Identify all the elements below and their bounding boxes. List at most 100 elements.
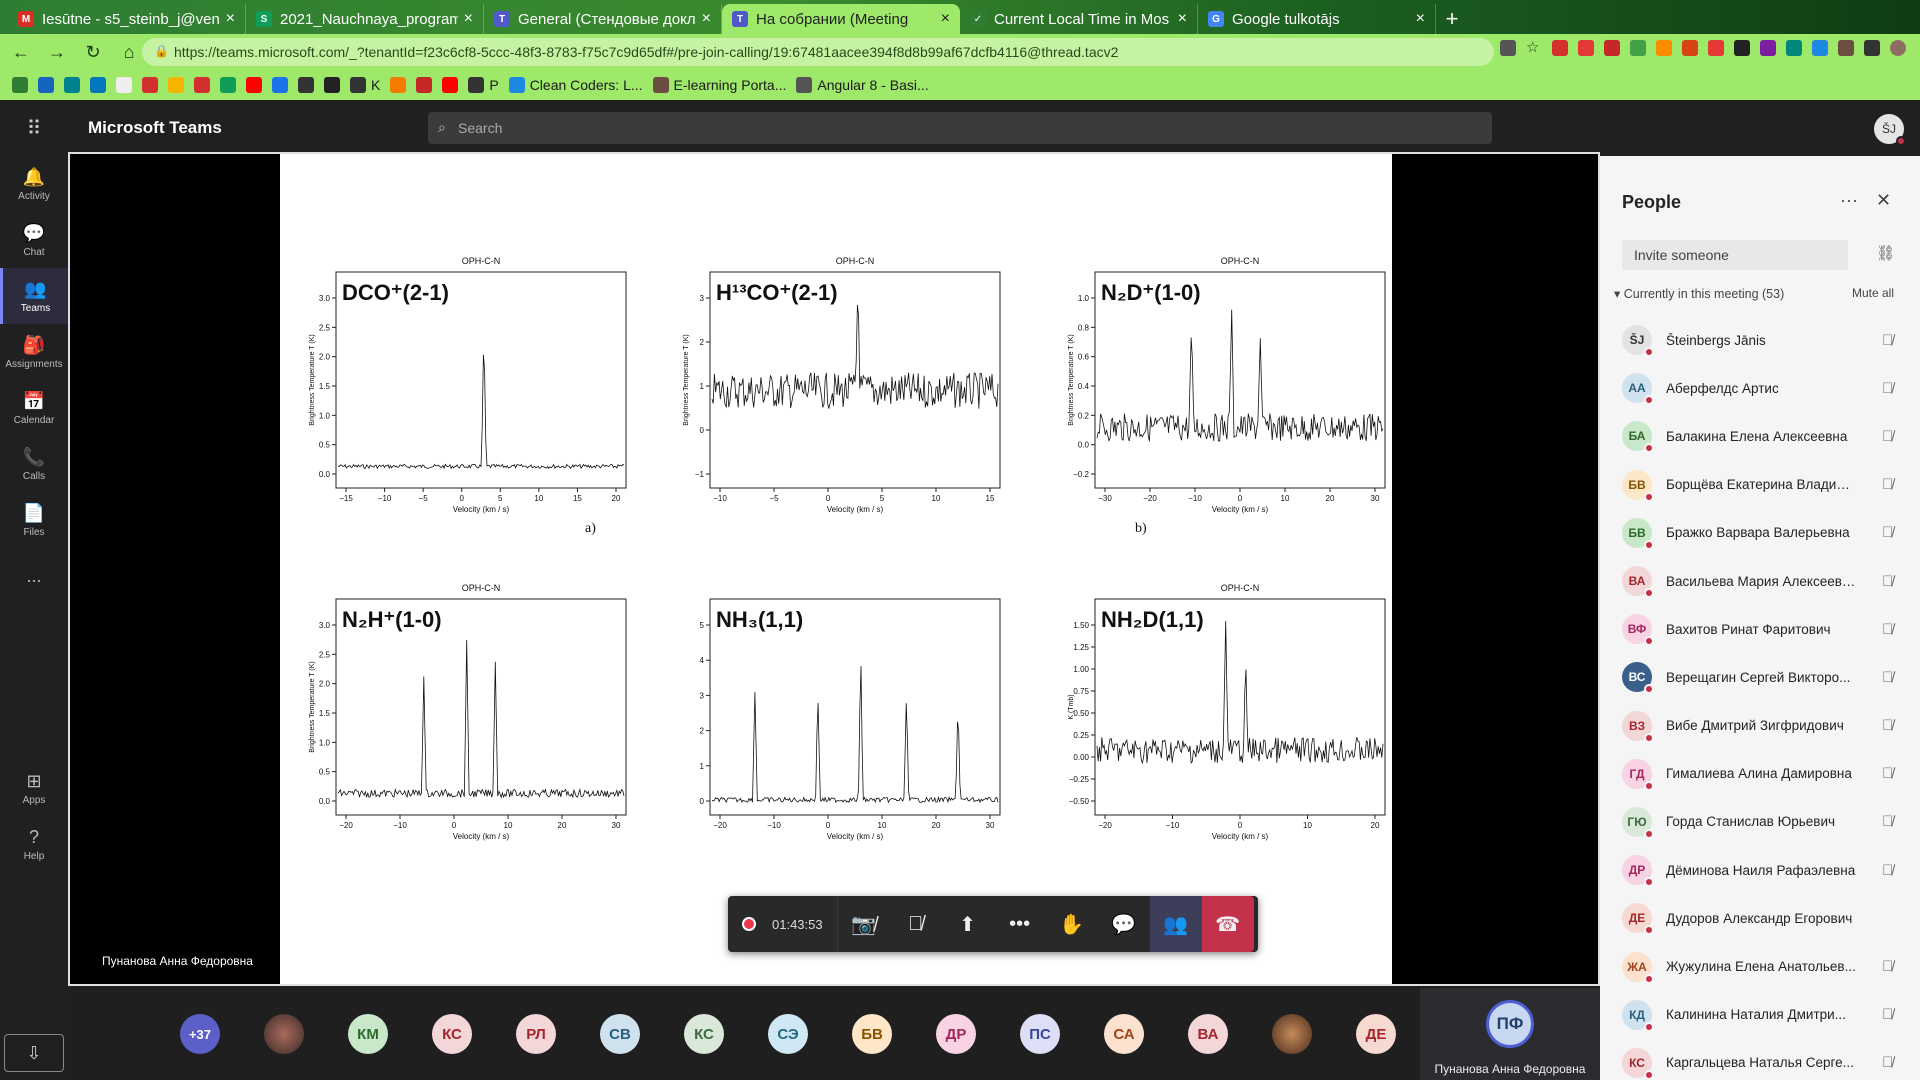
- extension-icon[interactable]: [1734, 40, 1750, 56]
- extension-icon[interactable]: [1812, 40, 1828, 56]
- close-tab-icon[interactable]: ×: [226, 10, 235, 28]
- bookmark-folder[interactable]: P: [468, 77, 499, 93]
- currently-in-meeting-header[interactable]: ▾ Currently in this meeting (53): [1614, 286, 1784, 301]
- list-item[interactable]: АА Аберфелдс Артис 🎙̸: [1600, 364, 1920, 412]
- bookmark-icon[interactable]: [220, 77, 236, 93]
- bookmark-folder[interactable]: K: [350, 77, 380, 93]
- url-bar[interactable]: 🔒 https://teams.microsoft.com/_?tenantId…: [142, 38, 1494, 66]
- rail-item-calls[interactable]: 📞 Calls: [0, 436, 68, 492]
- mic-off-button[interactable]: 🎙̸: [890, 896, 942, 952]
- chat-button[interactable]: 💬: [1098, 896, 1150, 952]
- rail-item-teams[interactable]: 👥 Teams: [0, 268, 68, 324]
- extension-icon[interactable]: [1708, 40, 1724, 56]
- avatar[interactable]: ДР: [936, 1014, 976, 1054]
- extension-icon[interactable]: [1682, 40, 1698, 56]
- avatar[interactable]: СВ: [600, 1014, 640, 1054]
- list-item[interactable]: ГЮ Горда Станислав Юрьевич 🎙̸: [1600, 798, 1920, 846]
- bookmark-icon[interactable]: [442, 77, 459, 93]
- avatar[interactable]: ВА: [1188, 1014, 1228, 1054]
- rail-item-chat[interactable]: 💬 Chat: [0, 212, 68, 268]
- avatar[interactable]: ŠJ: [1874, 114, 1906, 146]
- download-icon[interactable]: ⇩: [4, 1034, 64, 1072]
- list-item[interactable]: КС Каргальцева Наталья Серге... 🎙̸: [1600, 1039, 1920, 1080]
- share-button[interactable]: ⬆: [942, 896, 994, 952]
- star-icon[interactable]: ☆: [1526, 40, 1542, 56]
- bookmark-icon[interactable]: [168, 77, 184, 93]
- avatar[interactable]: РЛ: [516, 1014, 556, 1054]
- avatar[interactable]: КС: [684, 1014, 724, 1054]
- avatar[interactable]: ДЕ: [1356, 1014, 1396, 1054]
- app-launcher-icon[interactable]: ⠿: [0, 116, 68, 141]
- new-tab-button[interactable]: +: [1436, 4, 1468, 34]
- forward-icon[interactable]: →: [42, 42, 72, 63]
- list-item[interactable]: ŠJ Šteinbergs Jānis 🎙̸: [1600, 316, 1920, 364]
- bookmark-icon[interactable]: [246, 77, 262, 93]
- browser-tab[interactable]: T На собрании (Meeting ×: [722, 4, 960, 34]
- close-tab-icon[interactable]: ×: [941, 10, 950, 28]
- avatar[interactable]: СЭ: [768, 1014, 808, 1054]
- avatar[interactable]: ПС: [1020, 1014, 1060, 1054]
- list-item[interactable]: КД Калинина Наталия Дмитри... 🎙̸: [1600, 991, 1920, 1039]
- more-options-icon[interactable]: ···: [1840, 190, 1858, 211]
- reload-icon[interactable]: ↻: [78, 42, 108, 63]
- rail-item-activity[interactable]: 🔔 Activity: [0, 156, 68, 212]
- profile-avatar[interactable]: [1890, 40, 1906, 56]
- bookmark-icon[interactable]: [298, 77, 314, 93]
- list-item[interactable]: ВЗ Вибе Дмитрий Зигфридович 🎙̸: [1600, 702, 1920, 750]
- rail-item-assignments[interactable]: 🎒 Assignments: [0, 324, 68, 380]
- bookmark-icon[interactable]: [38, 77, 54, 93]
- avatar[interactable]: СА: [1104, 1014, 1144, 1054]
- hang-up-button[interactable]: ☎: [1201, 896, 1254, 952]
- browser-tab[interactable]: ✓ Current Local Time in Mos ×: [960, 4, 1198, 34]
- puzzle-icon[interactable]: [1864, 40, 1880, 56]
- list-item[interactable]: ВА Васильева Мария Алексеевна 🎙̸: [1600, 557, 1920, 605]
- mute-all-button[interactable]: Mute all: [1852, 286, 1894, 300]
- list-item[interactable]: БВ Борщёва Екатерина Владим... 🎙̸: [1600, 461, 1920, 509]
- browser-tab[interactable]: M Iesūtne - s5_steinb_j@ven ×: [8, 4, 246, 34]
- extension-icon[interactable]: [1656, 40, 1672, 56]
- browser-tab[interactable]: G Google tulkotājs ×: [1198, 4, 1436, 34]
- bookmark-icon[interactable]: [116, 77, 132, 93]
- more-actions-button[interactable]: •••: [994, 896, 1046, 952]
- bookmark-icon[interactable]: [194, 77, 210, 93]
- rail-item-help[interactable]: ? Help: [0, 816, 68, 872]
- bookmark-icon[interactable]: [390, 77, 407, 93]
- list-item[interactable]: ВФ Вахитов Ринат Фаритович 🎙̸: [1600, 605, 1920, 653]
- link-icon[interactable]: ⛓: [1876, 244, 1895, 262]
- more-apps-icon[interactable]: ...: [0, 548, 68, 604]
- adblock-icon[interactable]: [1578, 40, 1594, 56]
- home-icon[interactable]: ⌂: [114, 42, 144, 63]
- close-icon[interactable]: ✕: [1876, 190, 1891, 211]
- list-item[interactable]: ЖА Жужулина Елена Анатольев... 🎙̸: [1600, 942, 1920, 990]
- rail-item-apps[interactable]: ⊞ Apps: [0, 760, 68, 816]
- bookmark-icon[interactable]: [64, 77, 80, 93]
- close-tab-icon[interactable]: ×: [1178, 10, 1187, 28]
- bookmark-link[interactable]: Angular 8 - Basi...: [796, 77, 929, 93]
- rail-item-files[interactable]: 📄 Files: [0, 492, 68, 548]
- list-item[interactable]: БА Балакина Елена Алексеевна 🎙̸: [1600, 412, 1920, 460]
- list-item[interactable]: ГД Гималиева Алина Дамировна 🎙̸: [1600, 750, 1920, 798]
- bookmark-icon[interactable]: [142, 77, 158, 93]
- bookmark-icon[interactable]: [272, 77, 288, 93]
- extension-icon[interactable]: [1630, 40, 1646, 56]
- pdf-icon[interactable]: [1604, 40, 1620, 56]
- bookmark-icon[interactable]: [12, 77, 28, 93]
- list-item[interactable]: ДР Дёминова Наиля Рафаэлевна 🎙̸: [1600, 846, 1920, 894]
- rail-item-calendar[interactable]: 📅 Calendar: [0, 380, 68, 436]
- extension-icon[interactable]: [1786, 40, 1802, 56]
- bookmark-icon[interactable]: [90, 77, 106, 93]
- avatar[interactable]: БВ: [852, 1014, 892, 1054]
- close-tab-icon[interactable]: ×: [1416, 10, 1425, 28]
- bookmark-link[interactable]: E-learning Porta...: [652, 77, 786, 93]
- bookmark-link[interactable]: Clean Coders: L...: [508, 77, 643, 93]
- raise-hand-button[interactable]: ✋: [1046, 896, 1098, 952]
- avatar[interactable]: [1272, 1014, 1312, 1054]
- avatar[interactable]: КМ: [348, 1014, 388, 1054]
- search-input[interactable]: ⌕ Search: [428, 112, 1492, 144]
- close-tab-icon[interactable]: ×: [702, 10, 711, 28]
- list-item[interactable]: ВС Верещагин Сергей Викторо... 🎙̸: [1600, 653, 1920, 701]
- browser-tab[interactable]: T General (Стендовые докл ×: [484, 4, 722, 34]
- close-tab-icon[interactable]: ×: [464, 10, 473, 28]
- presenter-tile[interactable]: ПФ Пунанова Анна Федоровна: [1420, 988, 1600, 1080]
- browser-tab[interactable]: S 2021_Nauchnaya_program ×: [246, 4, 484, 34]
